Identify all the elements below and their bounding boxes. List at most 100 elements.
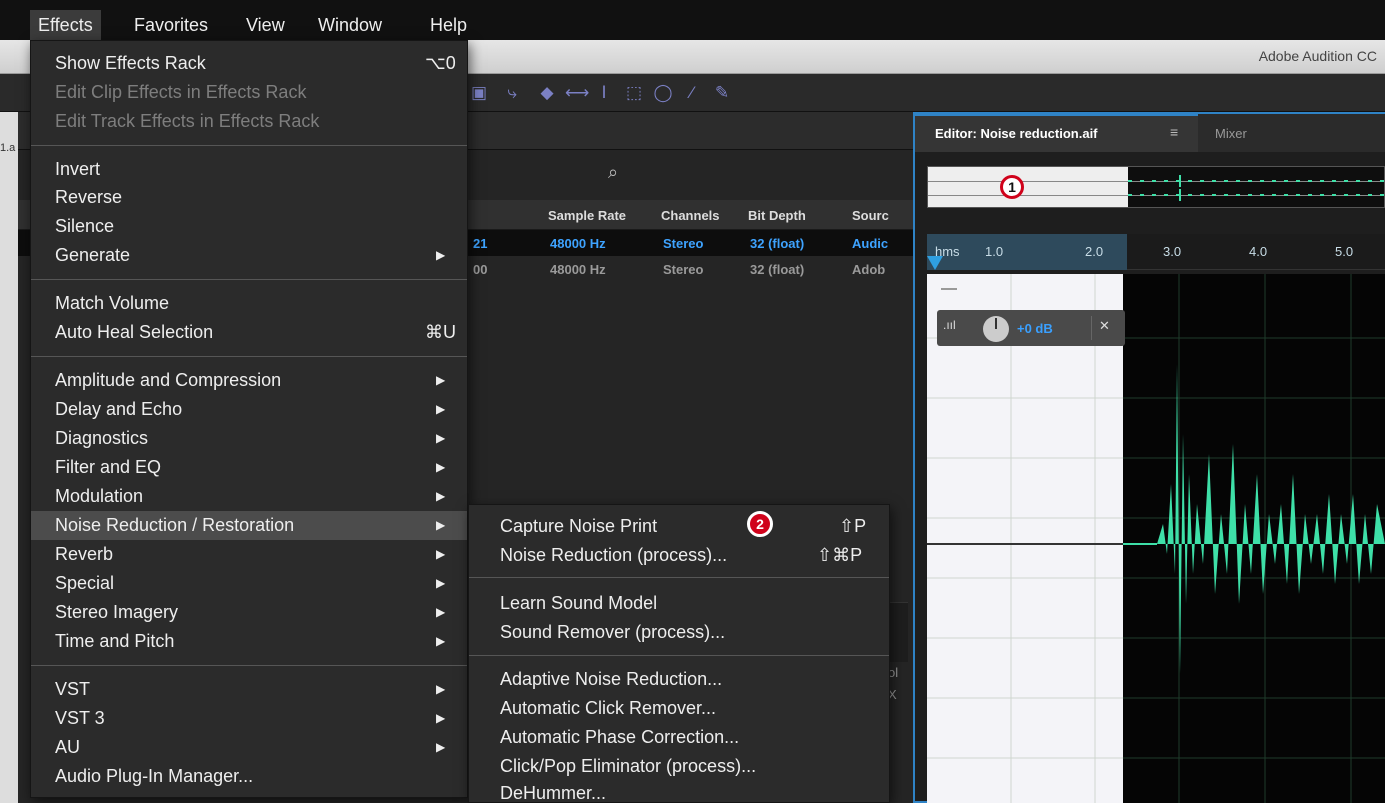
menu-item-label: Noise Reduction / Restoration <box>55 515 295 535</box>
menu-item-special[interactable]: Special ▶ <box>31 569 467 598</box>
col-source[interactable]: Sourc <box>852 208 889 223</box>
menu-item-noise-reduction-restoration[interactable]: Noise Reduction / Restoration ▶ <box>31 511 467 540</box>
menu-item-noise-reduction-process[interactable]: Noise Reduction (process)... ⇧⌘P <box>469 541 889 570</box>
menu-item-automatic-click-remover[interactable]: Automatic Click Remover... <box>469 694 889 723</box>
brush-tool-icon[interactable]: ⁄ <box>680 82 704 104</box>
slip-tool-icon[interactable]: ⟷ <box>565 82 589 104</box>
menu-view[interactable]: View <box>238 10 293 40</box>
col-sample-rate[interactable]: Sample Rate <box>548 208 626 223</box>
menu-separator <box>469 655 889 656</box>
menu-item-show-effects-rack[interactable]: Show Effects Rack ⌥0 <box>31 49 467 78</box>
menu-item-capture-noise-print[interactable]: Capture Noise Print ⇧P <box>469 512 889 541</box>
tab-mixer[interactable]: Mixer <box>1215 126 1247 141</box>
menu-item-diagnostics[interactable]: Diagnostics ▶ <box>31 424 467 453</box>
time-selection-tool-icon[interactable]: Ⅰ <box>592 82 616 104</box>
menu-item-automatic-phase-correction[interactable]: Automatic Phase Correction... <box>469 723 889 752</box>
menu-item-label: Edit Track Effects in Effects Rack <box>55 111 320 131</box>
menu-item-label: Diagnostics <box>55 428 149 448</box>
menu-item-learn-sound-model[interactable]: Learn Sound Model <box>469 589 889 618</box>
menu-help[interactable]: Help <box>422 10 475 40</box>
menu-item-label: Edit Clip Effects in Effects Rack <box>55 82 307 102</box>
panel-menu-icon[interactable]: ≡ <box>1170 124 1178 140</box>
volume-handle[interactable] <box>941 288 957 290</box>
strip-text: 1.a <box>0 142 16 154</box>
ruler-label: 3.0 <box>1163 244 1182 259</box>
submenu-arrow-icon: ▶ <box>436 248 446 262</box>
menu-item-delay-echo[interactable]: Delay and Echo ▶ <box>31 395 467 424</box>
menu-item-vst[interactable]: VST ▶ <box>31 675 467 704</box>
menu-item-invert[interactable]: Invert <box>31 155 467 184</box>
pin-icon[interactable]: ✕ <box>1099 318 1110 334</box>
menu-item-label: Learn Sound Model <box>500 593 658 613</box>
cell-channels: Stereo <box>663 262 704 277</box>
menu-item-au[interactable]: AU ▶ <box>31 733 467 762</box>
submenu-arrow-icon: ▶ <box>436 518 446 532</box>
menu-favorites[interactable]: Favorites <box>126 10 216 40</box>
menu-item-label: VST <box>55 679 91 699</box>
menu-item-label: Filter and EQ <box>55 457 162 477</box>
cell-prefix: 00 <box>473 262 488 277</box>
menu-item-adaptive-noise-reduction[interactable]: Adaptive Noise Reduction... <box>469 665 889 694</box>
menu-item-label: AU <box>55 737 81 757</box>
menu-item-label: Click/Pop Eliminator (process)... <box>500 756 757 776</box>
menu-item-label: Automatic Click Remover... <box>500 698 717 718</box>
submenu-arrow-icon: ▶ <box>436 402 446 416</box>
menu-item-generate[interactable]: Generate ▶ <box>31 241 467 270</box>
menu-item-label: Sound Remover (process)... <box>500 622 726 642</box>
tab-editor[interactable]: Editor: Noise reduction.aif <box>915 114 1198 152</box>
menu-item-click-pop-eliminator[interactable]: Click/Pop Eliminator (process)... <box>469 752 889 781</box>
submenu-arrow-icon: ▶ <box>436 460 446 474</box>
submenu-arrow-icon: ▶ <box>436 431 446 445</box>
waveform-overview[interactable]: 1 <box>927 166 1385 208</box>
menu-item-auto-heal-selection[interactable]: Auto Heal Selection ⌘U <box>31 318 467 347</box>
spectral-view-icon[interactable]: ▣ <box>467 82 491 104</box>
spot-healing-brush-icon[interactable]: ✎ <box>710 82 734 104</box>
menu-item-reverse[interactable]: Reverse <box>31 183 467 212</box>
submenu-arrow-icon: ▶ <box>436 711 446 725</box>
playhead-handle[interactable] <box>927 256 943 270</box>
menu-window[interactable]: Window <box>310 10 390 40</box>
menu-item-label: Reverse <box>55 187 123 207</box>
cell-source: Audic <box>852 236 889 251</box>
left-panel-strip: 1.a <box>0 112 18 803</box>
move-tool-icon[interactable]: ⤷ <box>500 82 524 104</box>
callout-2: 2 <box>747 511 773 537</box>
hud-divider <box>1091 316 1092 340</box>
lasso-tool-icon[interactable]: ◯ <box>651 82 675 104</box>
menu-item-match-volume[interactable]: Match Volume <box>31 289 467 318</box>
ruler-label: 4.0 <box>1249 244 1268 259</box>
menu-item-filter-eq[interactable]: Filter and EQ ▶ <box>31 453 467 482</box>
menu-separator <box>469 577 889 578</box>
menu-item-amplitude-compression[interactable]: Amplitude and Compression ▶ <box>31 366 467 395</box>
menu-separator <box>31 665 467 666</box>
marquee-tool-icon[interactable]: ⬚ <box>622 82 646 104</box>
menu-item-sound-remover[interactable]: Sound Remover (process)... <box>469 618 889 647</box>
volume-knob[interactable] <box>983 316 1009 342</box>
waveform-display[interactable]: .ııl +0 dB ✕ <box>927 274 1385 803</box>
submenu-arrow-icon: ▶ <box>436 634 446 648</box>
menu-item-audio-plugin-manager[interactable]: Audio Plug-In Manager... <box>31 762 467 791</box>
hud-volume-control: .ııl +0 dB ✕ <box>937 310 1125 346</box>
volume-value[interactable]: +0 dB <box>1017 321 1053 336</box>
editor-panel: Editor: Noise reduction.aif ≡ Mixer 1 hm… <box>913 112 1385 803</box>
menu-item-modulation[interactable]: Modulation ▶ <box>31 482 467 511</box>
menu-item-reverb[interactable]: Reverb ▶ <box>31 540 467 569</box>
menu-item-edit-clip-effects: Edit Clip Effects in Effects Rack <box>31 78 467 107</box>
menu-item-silence[interactable]: Silence <box>31 212 467 241</box>
menu-item-stereo-imagery[interactable]: Stereo Imagery ▶ <box>31 598 467 627</box>
menu-separator <box>31 145 467 146</box>
col-bit-depth[interactable]: Bit Depth <box>748 208 806 223</box>
cell-bit-depth: 32 (float) <box>750 236 805 251</box>
cell-channels: Stereo <box>663 236 704 251</box>
menu-item-time-pitch[interactable]: Time and Pitch ▶ <box>31 627 467 656</box>
menu-item-label: Capture Noise Print <box>500 516 658 536</box>
menu-effects[interactable]: Effects <box>30 10 101 40</box>
time-ruler[interactable]: hms 1.0 2.0 3.0 4.0 5.0 <box>927 234 1385 270</box>
cell-sample-rate: 48000 Hz <box>550 236 606 251</box>
col-channels[interactable]: Channels <box>661 208 720 223</box>
menu-item-vst3[interactable]: VST 3 ▶ <box>31 704 467 733</box>
menu-item-label: Stereo Imagery <box>55 602 179 622</box>
menu-item-dehummer[interactable]: DeHummer... <box>469 779 889 803</box>
razor-tool-icon[interactable]: ◆ <box>535 82 559 104</box>
search-icon[interactable]: ⌕ <box>608 162 618 183</box>
